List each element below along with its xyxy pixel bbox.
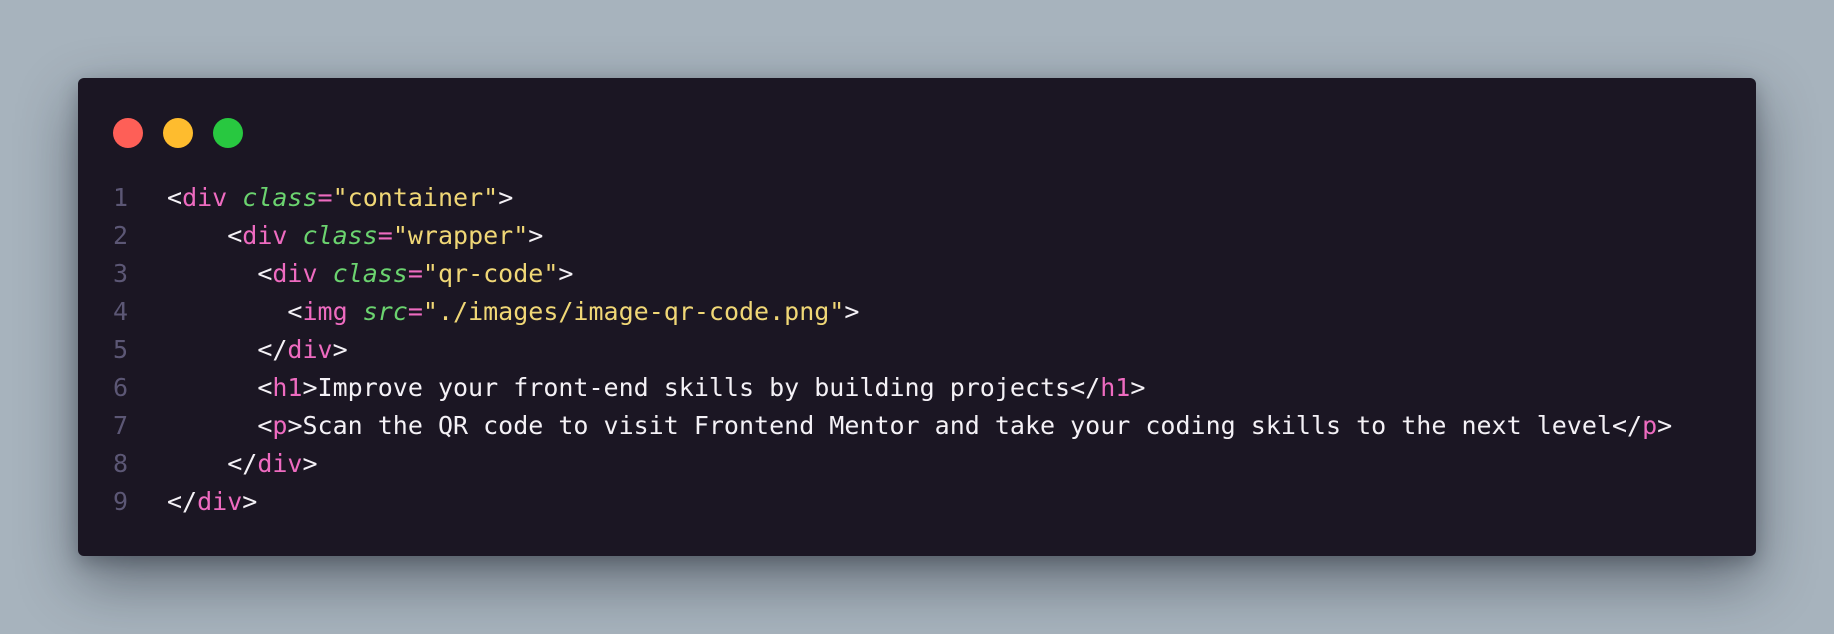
code-text: </div> — [167, 483, 257, 521]
token-punc: < — [257, 373, 273, 402]
token-punc: < — [257, 411, 273, 440]
token-punc: </ — [1070, 373, 1101, 402]
token-punc — [227, 183, 242, 212]
code-text: <div class="wrapper"> — [167, 217, 543, 255]
close-dot-icon[interactable] — [113, 118, 143, 148]
token-tag: = — [377, 221, 393, 250]
line-number: 2 — [113, 221, 129, 250]
token-punc: </ — [167, 487, 198, 516]
token-punc: </ — [257, 335, 288, 364]
code-text: <div class="container"> — [167, 179, 513, 217]
code-text: <div class="qr-code"> — [167, 255, 573, 293]
token-punc: < — [257, 259, 273, 288]
code-window: 1 <div class="container"> 2 <div class="wr… — [78, 78, 1756, 556]
token-tag: h1 — [272, 373, 303, 402]
token-punc: > — [1657, 411, 1673, 440]
token-punc: > — [498, 183, 514, 212]
token-punc: < — [287, 297, 303, 326]
token-attr: class — [332, 259, 408, 288]
token-tag: div — [287, 335, 333, 364]
token-str: "container" — [332, 183, 499, 212]
token-tag: div — [272, 259, 318, 288]
token-punc: < — [167, 183, 183, 212]
code-text: </div> — [167, 445, 318, 483]
code-text: <h1>Improve your front-end skills by bui… — [167, 369, 1145, 407]
code-text: <img src="./images/image-qr-code.png"> — [167, 293, 859, 331]
line-number: 5 — [113, 335, 129, 364]
minimize-dot-icon[interactable] — [163, 118, 193, 148]
token-punc: > — [558, 259, 574, 288]
token-punc: </ — [1611, 411, 1643, 440]
line-number: 7 — [113, 411, 129, 440]
token-punc: > — [332, 335, 348, 364]
token-punc — [348, 297, 363, 326]
token-punc: > — [302, 373, 318, 402]
token-tag: img — [302, 297, 348, 326]
line-number: 1 — [113, 183, 129, 212]
window-controls — [113, 118, 243, 148]
token-attr: class — [302, 221, 378, 250]
line-number: 8 — [113, 449, 129, 478]
token-punc: > — [1130, 373, 1146, 402]
line-number: 3 — [113, 259, 129, 288]
token-tag: = — [317, 183, 333, 212]
token-tag: p — [272, 411, 288, 440]
token-tag: = — [407, 259, 423, 288]
token-punc — [287, 221, 302, 250]
token-punc: </ — [227, 449, 258, 478]
token-punc: > — [242, 487, 258, 516]
token-plain: Improve your front-end skills by buildin… — [317, 373, 1071, 402]
token-punc: > — [528, 221, 544, 250]
token-tag: div — [197, 487, 243, 516]
token-punc: > — [302, 449, 318, 478]
line-number: 4 — [113, 297, 129, 326]
code-text: </div> — [167, 331, 348, 369]
token-tag: div — [182, 183, 228, 212]
code-text: <p>Scan the QR code to visit Frontend Me… — [167, 407, 1672, 445]
token-str: "./images/image-qr-code.png" — [422, 297, 845, 326]
line-number: 9 — [113, 487, 129, 516]
token-punc: > — [844, 297, 860, 326]
token-plain: Scan the QR code to visit Frontend Mento… — [302, 411, 1612, 440]
token-attr: class — [242, 183, 318, 212]
token-str: "qr-code" — [422, 259, 559, 288]
token-tag: p — [1642, 411, 1658, 440]
line-number: 6 — [113, 373, 129, 402]
token-punc — [318, 259, 333, 288]
token-punc: > — [287, 411, 303, 440]
token-tag: h1 — [1100, 373, 1131, 402]
token-tag: div — [257, 449, 303, 478]
token-str: "wrapper" — [392, 221, 529, 250]
maximize-dot-icon[interactable] — [213, 118, 243, 148]
token-tag: div — [242, 221, 288, 250]
token-punc: < — [227, 221, 243, 250]
token-attr: src — [362, 297, 408, 326]
token-tag: = — [407, 297, 423, 326]
